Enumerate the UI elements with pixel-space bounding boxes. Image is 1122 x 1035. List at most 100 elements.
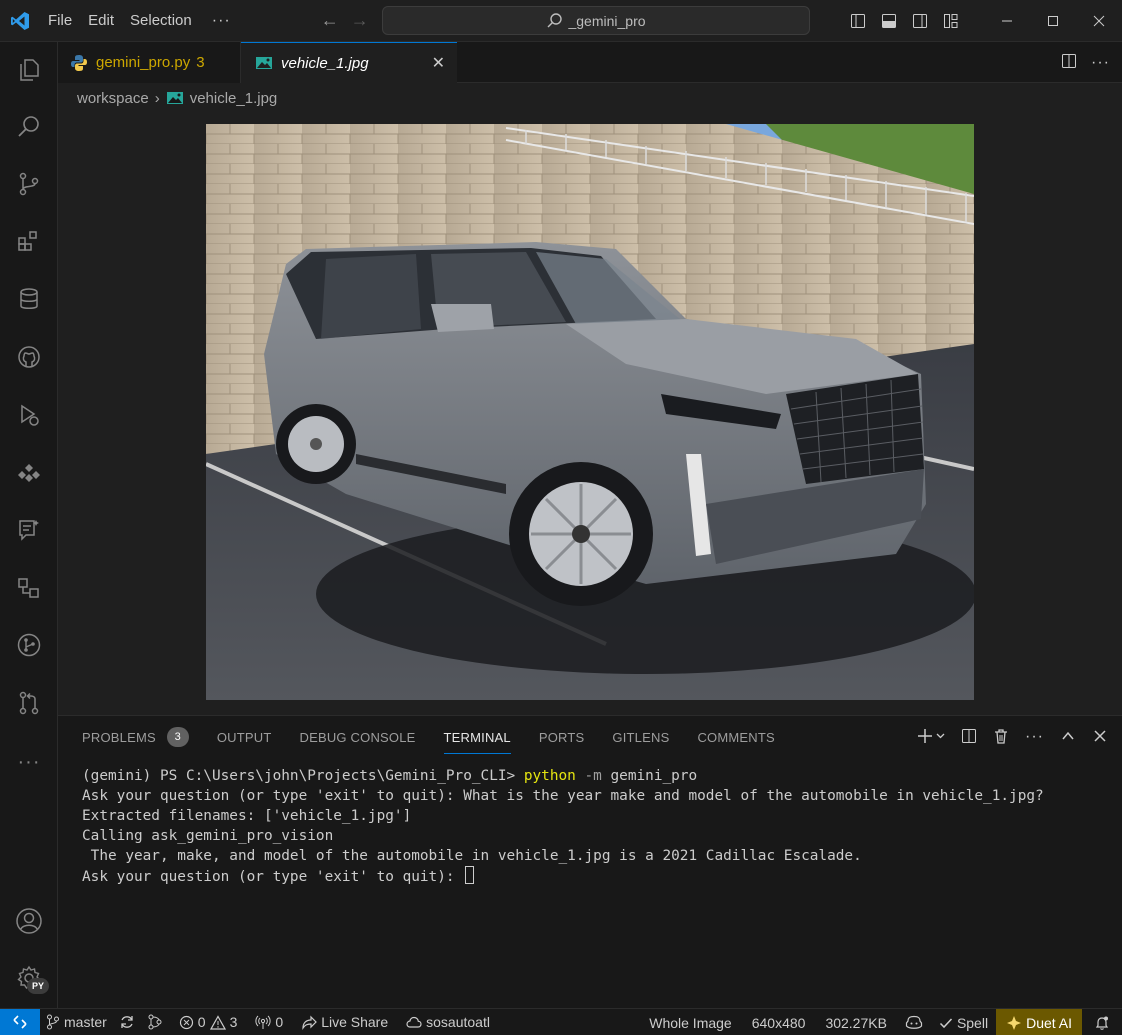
sync-icon[interactable] [113, 1009, 141, 1035]
python-badge: PY [27, 978, 49, 994]
new-terminal-icon[interactable] [917, 728, 945, 747]
database-icon[interactable] [0, 271, 58, 327]
tab-vehicle-1-jpg[interactable]: vehicle_1.jpg ✕ [241, 42, 457, 83]
error-count: 0 [197, 1014, 206, 1030]
maximize-panel-icon[interactable] [1060, 728, 1076, 747]
live-share-label: Live Share [321, 1014, 389, 1030]
terminal-line: Ask your question (or type 'exit' to qui… [82, 788, 1044, 804]
tab-gitlens[interactable]: GITLENS [612, 716, 669, 758]
search-icon[interactable] [0, 99, 58, 155]
tab-output[interactable]: OUTPUT [217, 716, 272, 758]
editor-tab-bar: gemini_pro.py 3 vehicle_1.jpg ✕ ··· [58, 42, 1122, 83]
flow-icon[interactable] [0, 560, 58, 616]
image-dimensions: 640x480 [751, 1014, 806, 1031]
terminal-flag: -m [575, 768, 602, 784]
duet-ai-button[interactable]: Duet AI [996, 1009, 1082, 1035]
trash-icon[interactable] [993, 728, 1009, 747]
gitlens-icon[interactable] [0, 617, 58, 673]
more-actions-icon[interactable]: ··· [1025, 728, 1044, 746]
tab-terminal[interactable]: TERMINAL [443, 716, 512, 758]
image-file-icon [256, 57, 272, 69]
terminal-line: Calling ask_gemini_pro_vision [82, 828, 334, 844]
toggle-panel-icon[interactable] [873, 0, 904, 42]
search-text: _gemini_pro [568, 12, 646, 29]
chat-icon[interactable] [0, 502, 58, 558]
source-control-icon[interactable] [0, 156, 58, 212]
command-center-search[interactable]: _gemini_pro [382, 6, 810, 35]
terminal-line: Ask your question (or type 'exit' to qui… [82, 866, 1112, 887]
menu-selection[interactable]: Selection [122, 0, 200, 42]
cloud-icon [406, 1016, 422, 1028]
menu-edit[interactable]: Edit [80, 0, 122, 42]
extensions-icon[interactable] [0, 213, 58, 269]
tab-gemini-pro-py[interactable]: gemini_pro.py 3 [58, 42, 241, 83]
git-branch-icon [47, 1014, 59, 1030]
close-tab-icon[interactable]: ✕ [432, 53, 445, 73]
more-actions-icon[interactable]: ··· [1091, 54, 1110, 72]
close-window-button[interactable] [1076, 0, 1122, 42]
branch-name: master [64, 1014, 107, 1030]
terminal-line: (gemini) PS C:\Users\john\Projects\Gemin… [82, 766, 1112, 786]
terminal-output[interactable]: (gemini) PS C:\Users\john\Projects\Gemin… [82, 766, 1112, 887]
image-zoom-mode[interactable]: Whole Image [639, 1009, 741, 1035]
terminal-prompt: (gemini) PS C:\Users\john\Projects\Gemin… [82, 768, 524, 784]
ports-indicator[interactable]: 0 [249, 1009, 289, 1035]
terminal-cursor [465, 866, 475, 884]
tab-label: PROBLEMS [82, 729, 156, 745]
account-name: sosautoatl [426, 1014, 490, 1030]
tab-ports[interactable]: PORTS [539, 716, 585, 758]
notifications-bell-icon[interactable] [1082, 1009, 1122, 1035]
github-icon[interactable] [0, 329, 58, 385]
remote-explorer-icon[interactable] [0, 445, 58, 501]
accounts-icon[interactable] [0, 893, 58, 949]
breadcrumb: workspace › vehicle_1.jpg [77, 86, 277, 110]
python-file-icon [71, 54, 87, 71]
account-indicator[interactable]: sosautoatl [400, 1009, 496, 1035]
split-editor-icon[interactable] [1061, 53, 1077, 72]
branch-indicator[interactable]: master [40, 1009, 113, 1035]
tab-comments[interactable]: COMMENTS [697, 716, 774, 758]
tab-label: gemini_pro.py [96, 54, 191, 71]
warning-count: 3 [229, 1014, 238, 1030]
minimize-button[interactable] [984, 0, 1030, 42]
run-debug-icon[interactable] [0, 387, 58, 443]
image-file-icon [166, 92, 183, 104]
problems-count-badge: 3 [166, 727, 189, 747]
status-bar: master 0 3 0 Live Share sosautoatl Whole… [0, 1008, 1122, 1035]
terminal-arg: gemini_pro [601, 768, 698, 784]
split-terminal-icon[interactable] [961, 728, 977, 747]
explorer-icon[interactable] [0, 42, 58, 98]
title-bar: File Edit Selection ··· ← → _gemini_pro [0, 0, 1122, 42]
problems-indicator[interactable]: 0 3 [173, 1009, 244, 1035]
live-share-button[interactable]: Live Share [295, 1009, 394, 1035]
spell-label: Spell [956, 1014, 989, 1031]
close-panel-icon[interactable] [1092, 728, 1108, 747]
image-file-size: 302.27KB [825, 1014, 887, 1031]
breadcrumb-file[interactable]: vehicle_1.jpg [190, 90, 278, 107]
terminal-command: python [523, 768, 576, 784]
more-views-icon[interactable]: ··· [0, 734, 58, 790]
customize-layout-icon[interactable] [935, 0, 966, 42]
maximize-button[interactable] [1030, 0, 1076, 42]
ports-count: 0 [275, 1014, 284, 1030]
pull-requests-icon[interactable] [0, 675, 58, 731]
check-icon [939, 1017, 952, 1028]
toggle-sidebar-icon[interactable] [842, 0, 873, 42]
tab-problems[interactable]: PROBLEMS 3 [82, 716, 189, 758]
menu-file[interactable]: File [40, 0, 80, 42]
menu-more-button[interactable]: ··· [200, 12, 243, 30]
toggle-secondary-sidebar-icon[interactable] [904, 0, 935, 42]
breadcrumb-workspace[interactable]: workspace [77, 90, 149, 107]
tab-debug-console[interactable]: DEBUG CONSOLE [300, 716, 416, 758]
warning-icon [209, 1014, 226, 1030]
tab-label: vehicle_1.jpg [281, 54, 369, 72]
manage-gear-icon[interactable] [0, 950, 58, 1006]
git-graph-icon[interactable] [141, 1009, 169, 1035]
back-arrow-icon[interactable]: ← [315, 10, 345, 31]
error-icon [179, 1015, 193, 1029]
duet-ai-label: Duet AI [1026, 1014, 1072, 1031]
copilot-icon[interactable] [897, 1009, 931, 1035]
forward-arrow-icon[interactable]: → [345, 10, 375, 31]
spell-check-toggle[interactable]: Spell [931, 1009, 996, 1035]
remote-indicator-icon[interactable] [0, 1008, 40, 1035]
